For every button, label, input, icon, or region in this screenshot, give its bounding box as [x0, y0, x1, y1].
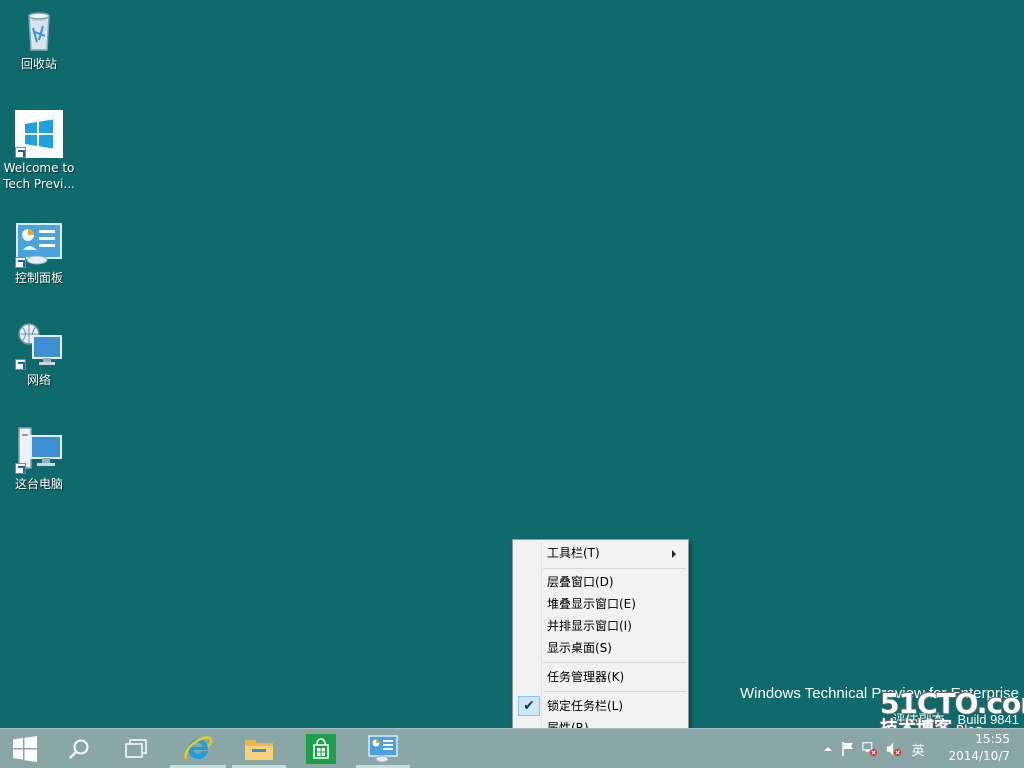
- desktop-icon-control-panel[interactable]: 控制面板: [1, 220, 77, 286]
- desktop-icon-label: 网络: [26, 373, 51, 387]
- start-button[interactable]: [0, 729, 50, 768]
- taskbar-internet-explorer[interactable]: [168, 729, 228, 768]
- menu-separator: [543, 662, 686, 663]
- windows-logo-icon: [15, 110, 63, 158]
- system-tray: 英 15:55 2014/10/7: [814, 729, 1024, 768]
- search-button[interactable]: [52, 729, 106, 768]
- taskbar-control-panel[interactable]: [354, 729, 412, 768]
- submenu-arrow-icon: [672, 550, 676, 558]
- network-disconnected-icon: [862, 742, 878, 757]
- windows-start-icon: [13, 735, 37, 762]
- menu-item-stack-windows[interactable]: 堆叠显示窗口(E): [515, 593, 686, 615]
- action-center-button[interactable]: [840, 741, 856, 757]
- desktop[interactable]: 回收站 Welcome to Tech Previ... 控制面板 网络 这台电…: [0, 0, 1024, 742]
- control-panel-icon: [368, 734, 398, 762]
- store-icon: [306, 733, 336, 764]
- shortcut-arrow-icon: [15, 147, 26, 158]
- menu-item-side-by-side[interactable]: 并排显示窗口(I): [515, 615, 686, 637]
- volume-button[interactable]: [886, 741, 902, 757]
- desktop-icon-recycle-bin[interactable]: 回收站: [1, 6, 77, 72]
- desktop-icon-this-pc[interactable]: 这台电脑: [1, 426, 77, 492]
- volume-muted-icon: [886, 742, 902, 757]
- site-watermark-main: 51CTO.com: [880, 687, 1024, 720]
- show-hidden-icons-button[interactable]: [820, 741, 836, 757]
- control-panel-icon: [15, 220, 63, 268]
- clock-time: 15:55: [975, 732, 1010, 746]
- input-language-indicator[interactable]: 英: [910, 741, 926, 759]
- menu-separator: [543, 568, 686, 569]
- search-icon: [69, 739, 89, 759]
- desktop-icon-welcome[interactable]: Welcome to Tech Previ...: [1, 110, 77, 192]
- shortcut-arrow-icon: [15, 359, 26, 370]
- menu-item-task-manager[interactable]: 任务管理器(K): [515, 666, 686, 688]
- shortcut-arrow-icon: [15, 463, 26, 474]
- chevron-up-icon: [824, 747, 832, 751]
- clock-date: 2014/10/7: [948, 749, 1010, 763]
- checkmark-icon: ✔: [518, 696, 540, 716]
- clock[interactable]: 15:55 2014/10/7: [948, 731, 1010, 765]
- taskbar-store[interactable]: [292, 729, 350, 768]
- network-status-button[interactable]: [862, 741, 878, 757]
- menu-item-cascade-windows[interactable]: 层叠窗口(D): [515, 571, 686, 593]
- shortcut-arrow-icon: [15, 257, 26, 268]
- menu-separator: [543, 691, 686, 692]
- this-pc-icon: [15, 426, 63, 474]
- taskbar-file-explorer[interactable]: [230, 729, 288, 768]
- desktop-icon-label: 回收站: [20, 57, 57, 71]
- menu-item-toolbars[interactable]: 工具栏(T): [515, 542, 686, 564]
- desktop-icon-network[interactable]: 网络: [1, 322, 77, 388]
- desktop-icon-label: Welcome to Tech Previ...: [3, 161, 75, 191]
- folder-icon: [245, 739, 273, 760]
- taskbar[interactable]: 英 15:55 2014/10/7: [0, 728, 1024, 768]
- network-icon: [15, 322, 63, 370]
- desktop-icon-label: 这台电脑: [14, 477, 63, 491]
- recycle-bin-icon: [15, 6, 63, 54]
- task-view-button[interactable]: [108, 729, 164, 768]
- task-view-icon: [125, 738, 147, 758]
- taskbar-context-menu: 工具栏(T) 层叠窗口(D) 堆叠显示窗口(E) 并排显示窗口(I) 显示桌面(…: [512, 539, 689, 742]
- desktop-icon-label: 控制面板: [14, 271, 63, 285]
- internet-explorer-icon: [184, 735, 213, 759]
- menu-item-lock-taskbar[interactable]: ✔ 锁定任务栏(L): [515, 695, 686, 717]
- flag-icon: [842, 742, 853, 756]
- menu-item-show-desktop[interactable]: 显示桌面(S): [515, 637, 686, 659]
